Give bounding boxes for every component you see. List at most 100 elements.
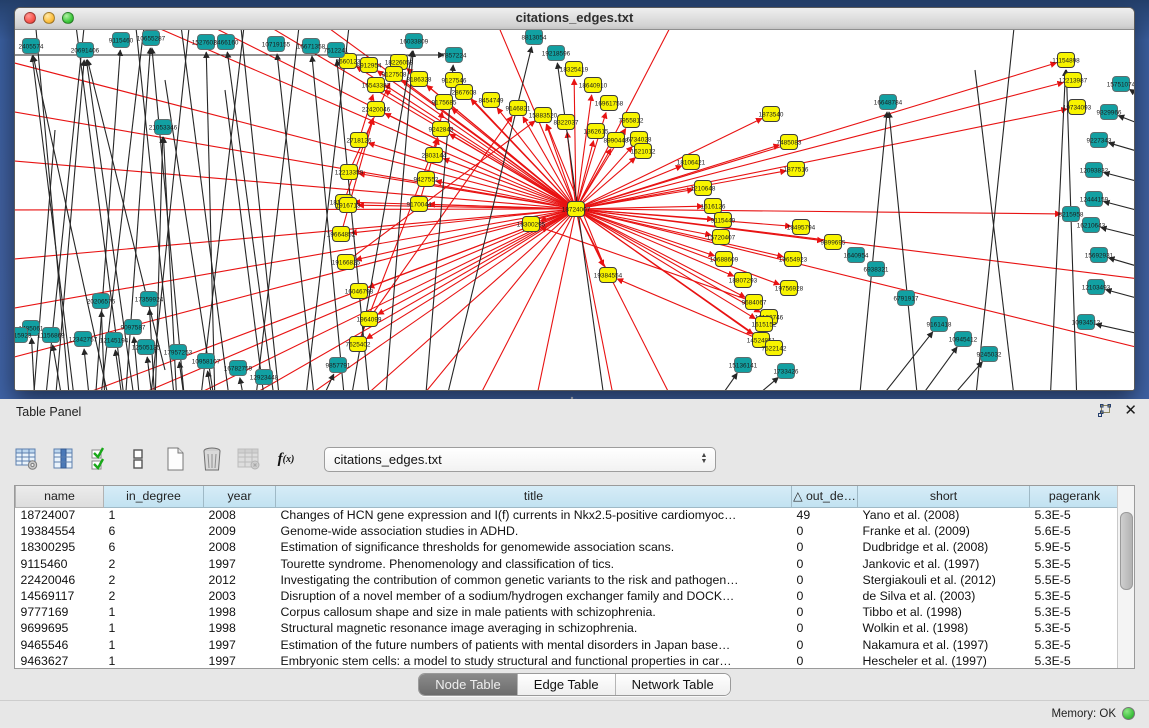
column-header-pagerank[interactable]: pagerank xyxy=(1030,486,1120,507)
table-row[interactable]: 2242004622012Investigating the contribut… xyxy=(16,572,1120,588)
table-cell[interactable]: 2009 xyxy=(204,523,276,539)
graph-node[interactable]: 2803144 xyxy=(422,148,447,163)
column-visibility-icon[interactable] xyxy=(51,446,77,472)
table-cell[interactable]: 5.3E-5 xyxy=(1030,637,1120,653)
table-row[interactable]: 1872400712008Changes of HCN gene express… xyxy=(16,507,1120,523)
table-cell[interactable]: Disruption of a novel member of a sodium… xyxy=(276,588,792,604)
graph-node[interactable]: 10945412 xyxy=(949,332,978,347)
graph-node[interactable]: 9684067 xyxy=(742,295,767,310)
close-panel-icon[interactable]: ✕ xyxy=(1124,404,1137,418)
graph-node[interactable]: 7485083 xyxy=(777,135,802,150)
network-canvas[interactable]: 1872400786601238912954182260589127508818… xyxy=(15,30,1135,391)
table-cell[interactable]: Dudbridge et al. (2008) xyxy=(858,539,1030,555)
graph-node[interactable]: 8215958 xyxy=(1059,207,1084,222)
table-cell[interactable]: 19384554 xyxy=(16,523,104,539)
table-cell[interactable]: Investigating the contribution of common… xyxy=(276,572,792,588)
table-cell[interactable]: Wolkin et al. (1998) xyxy=(858,620,1030,636)
graph-node[interactable]: 6938321 xyxy=(864,262,889,277)
graph-node[interactable]: 1621012 xyxy=(631,144,656,159)
table-cell[interactable]: Stergiakouli et al. (2012) xyxy=(858,572,1030,588)
graph-node[interactable]: 9161418 xyxy=(927,317,952,332)
graph-node[interactable]: 9115460 xyxy=(109,33,134,48)
table-cell[interactable]: Corpus callosum shape and size in male p… xyxy=(276,604,792,620)
graph-node[interactable]: 17957253 xyxy=(164,345,193,360)
table-cell[interactable]: Estimation of the future numbers of pati… xyxy=(276,637,792,653)
graph-node[interactable]: 10655287 xyxy=(137,31,166,46)
row-height-icon[interactable] xyxy=(125,446,151,472)
create-column-icon[interactable] xyxy=(162,446,188,472)
table-row[interactable]: 1456911722003Disruption of a novel membe… xyxy=(16,588,1120,604)
table-selector-combobox[interactable]: citations_edges.txt ▲▼ xyxy=(324,447,716,472)
table-cell[interactable]: 5.5E-5 xyxy=(1030,572,1120,588)
column-header-year[interactable]: year xyxy=(204,486,276,507)
table-cell[interactable]: 0 xyxy=(792,620,858,636)
table-cell[interactable]: 2 xyxy=(104,588,204,604)
graph-node[interactable]: 9097587 xyxy=(121,320,146,335)
graph-node[interactable]: 7857224 xyxy=(442,48,467,63)
tab-network-table[interactable]: Network Table xyxy=(616,674,730,695)
graph-node[interactable]: 15136141 xyxy=(729,358,758,373)
table-cell[interactable]: 18724007 xyxy=(16,507,104,523)
table-row[interactable]: 946362711997Embryonic stem cells: a mode… xyxy=(16,653,1120,669)
graph-node[interactable]: 12444159 xyxy=(1080,192,1109,207)
graph-node[interactable]: 16961758 xyxy=(595,96,624,111)
table-cell[interactable]: 1 xyxy=(104,637,204,653)
graph-node[interactable]: 16033809 xyxy=(400,34,429,49)
delete-column-icon[interactable] xyxy=(199,446,225,472)
table-cell[interactable]: 2012 xyxy=(204,572,276,588)
graph-node[interactable]: 16210643 xyxy=(1077,218,1106,233)
graph-node[interactable]: 8990448 xyxy=(604,133,629,148)
graph-node[interactable]: 1873540 xyxy=(759,107,784,122)
table-cell[interactable]: 0 xyxy=(792,637,858,653)
table-row[interactable]: 911546021997Tourette syndrome. Phenomeno… xyxy=(16,556,1120,572)
table-cell[interactable]: de Silva et al. (2003) xyxy=(858,588,1030,604)
table-cell[interactable]: 5.3E-5 xyxy=(1030,653,1120,669)
graph-node[interactable]: 7955812 xyxy=(619,113,644,128)
table-cell[interactable]: Hescheler et al. (1997) xyxy=(858,653,1030,669)
graph-node[interactable]: 9146821 xyxy=(506,101,531,116)
table-cell[interactable]: Structural magnetic resonance image aver… xyxy=(276,620,792,636)
table-cell[interactable]: 0 xyxy=(792,653,858,669)
table-cell[interactable]: 5.3E-5 xyxy=(1030,604,1120,620)
graph-node[interactable]: 2867608 xyxy=(452,85,477,100)
graph-node[interactable]: 18495794 xyxy=(787,220,816,235)
table-cell[interactable]: 9463627 xyxy=(16,653,104,669)
table-cell[interactable]: 9777169 xyxy=(16,604,104,620)
table-cell[interactable]: Embryonic stem cells: a model to study s… xyxy=(276,653,792,669)
table-cell[interactable]: 1998 xyxy=(204,604,276,620)
graph-node[interactable]: 8186328 xyxy=(407,72,432,87)
table-cell[interactable]: Nakamura et al. (1997) xyxy=(858,637,1030,653)
table-cell[interactable]: Franke et al. (2009) xyxy=(858,523,1030,539)
graph-node[interactable]: 1640954 xyxy=(844,248,869,263)
graph-node[interactable]: 9899695 xyxy=(821,235,846,250)
table-row[interactable]: 977716911998Corpus callosum shape and si… xyxy=(16,604,1120,620)
table-cell[interactable]: 9465546 xyxy=(16,637,104,653)
table-cell[interactable]: 5.9E-5 xyxy=(1030,539,1120,555)
table-cell[interactable]: 5.3E-5 xyxy=(1030,556,1120,572)
table-cell[interactable]: Yano et al. (2008) xyxy=(858,507,1030,523)
graph-node[interactable]: 8813054 xyxy=(522,30,547,45)
table-cell[interactable]: 18300295 xyxy=(16,539,104,555)
table-cell[interactable]: 0 xyxy=(792,556,858,572)
graph-node[interactable]: 1362615 xyxy=(584,124,609,139)
graph-node[interactable]: 12093832 xyxy=(1080,163,1109,178)
graph-node[interactable]: 19384554 xyxy=(594,268,623,283)
table-cell[interactable]: 1997 xyxy=(204,556,276,572)
scrollbar-thumb[interactable] xyxy=(1120,512,1133,590)
graph-node[interactable]: 9227343 xyxy=(1087,133,1112,148)
graph-node[interactable]: 12213987 xyxy=(1059,73,1088,88)
graph-node[interactable]: 19756928 xyxy=(775,281,804,296)
tab-edge-table[interactable]: Edge Table xyxy=(518,674,616,695)
table-row[interactable]: 1938455462009Genome-wide association stu… xyxy=(16,523,1120,539)
graph-node[interactable]: 16782759 xyxy=(224,361,253,376)
table-cell[interactable]: 2008 xyxy=(204,539,276,555)
table-cell[interactable]: Tourette syndrome. Phenomenology and cla… xyxy=(276,556,792,572)
graph-node[interactable]: 8466160 xyxy=(214,35,239,50)
graph-node[interactable]: 8912954 xyxy=(357,58,382,73)
table-cell[interactable]: 5.3E-5 xyxy=(1030,507,1120,523)
function-builder-icon[interactable]: f(x) xyxy=(273,446,299,472)
graph-node[interactable]: 1733426 xyxy=(774,364,799,379)
table-cell[interactable]: Genome-wide association studies in ADHD. xyxy=(276,523,792,539)
table-cell[interactable]: 2 xyxy=(104,556,204,572)
table-cell[interactable]: Estimation of significance thresholds fo… xyxy=(276,539,792,555)
